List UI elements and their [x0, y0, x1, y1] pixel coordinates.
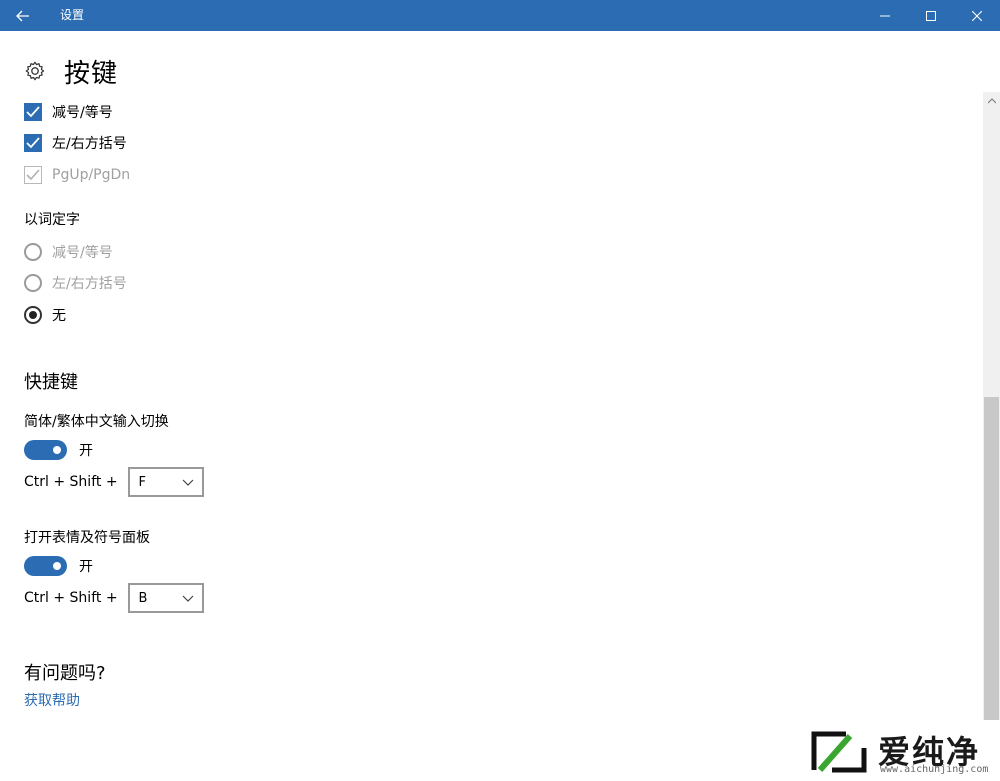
toggle-state: 开: [79, 443, 93, 459]
radio-label: 无: [52, 308, 66, 324]
radio-none[interactable]: 无: [24, 304, 66, 326]
word-select-label: 以词定字: [24, 212, 80, 228]
watermark-url: www.aichunjing.com: [880, 764, 989, 775]
watermark: 爱纯净 www.aichunjing.com: [800, 720, 1000, 781]
toggle-row: 开: [24, 555, 93, 577]
checkbox-disabled-icon[interactable]: [24, 166, 42, 184]
toggle-row: 开: [24, 439, 93, 461]
get-help-link[interactable]: 获取帮助: [24, 690, 80, 710]
window-title: 设置: [60, 8, 85, 22]
minimize-icon: [880, 15, 890, 16]
page-title: 按键: [64, 58, 119, 89]
dropdown-value: F: [138, 474, 147, 490]
shortcut-label: 打开表情及符号面板: [24, 530, 150, 546]
back-button[interactable]: [0, 0, 46, 31]
radio-brackets[interactable]: 左/右方括号: [24, 272, 127, 294]
radio-label: 减号/等号: [52, 245, 113, 261]
radio-icon[interactable]: [24, 243, 42, 261]
maximize-button[interactable]: [908, 0, 954, 31]
title-bar: 设置: [0, 0, 1000, 31]
radio-icon[interactable]: [24, 274, 42, 292]
help-heading: 有问题吗?: [24, 663, 106, 684]
key-dropdown[interactable]: F: [127, 467, 204, 497]
scrollbar-thumb[interactable]: [984, 397, 999, 722]
chevron-down-icon: [182, 479, 193, 486]
checkbox-minus-equal[interactable]: 减号/等号: [24, 101, 113, 123]
chevron-up-icon: [987, 97, 996, 103]
checkbox-brackets[interactable]: 左/右方括号: [24, 132, 127, 154]
checkbox-checked-icon[interactable]: [24, 103, 42, 121]
checkbox-label: 减号/等号: [52, 105, 113, 121]
watermark-logo-icon: [811, 731, 867, 773]
chevron-down-icon: [182, 595, 193, 602]
shortcut-key-row: Ctrl + Shift + B: [24, 583, 204, 613]
minimize-button[interactable]: [862, 0, 908, 31]
radio-selected-icon[interactable]: [24, 306, 42, 324]
radio-minus-equal[interactable]: 减号/等号: [24, 241, 113, 263]
shortcut-label: 简体/繁体中文输入切换: [24, 414, 169, 430]
close-icon: [972, 10, 982, 21]
toggle-switch[interactable]: [24, 440, 67, 460]
back-arrow-icon: [16, 10, 29, 21]
gear-icon: [25, 61, 45, 81]
checkbox-checked-icon[interactable]: [24, 134, 42, 152]
maximize-icon: [926, 10, 936, 21]
key-dropdown[interactable]: B: [127, 583, 204, 613]
checkbox-pgup-pgdn[interactable]: PgUp/PgDn: [24, 164, 130, 186]
modifier-label: Ctrl + Shift +: [24, 590, 118, 606]
toggle-switch[interactable]: [24, 556, 67, 576]
checkbox-label: PgUp/PgDn: [52, 167, 131, 183]
dropdown-value: B: [138, 590, 148, 606]
shortcuts-heading: 快捷键: [24, 372, 78, 393]
page-header: 按键: [24, 54, 119, 89]
scroll-up-button[interactable]: [983, 92, 1000, 109]
modifier-label: Ctrl + Shift +: [24, 474, 118, 490]
radio-label: 左/右方括号: [52, 276, 127, 292]
shortcut-key-row: Ctrl + Shift + F: [24, 467, 204, 497]
close-button[interactable]: [954, 0, 1000, 31]
toggle-state: 开: [79, 559, 93, 575]
checkbox-label: 左/右方括号: [52, 136, 127, 152]
